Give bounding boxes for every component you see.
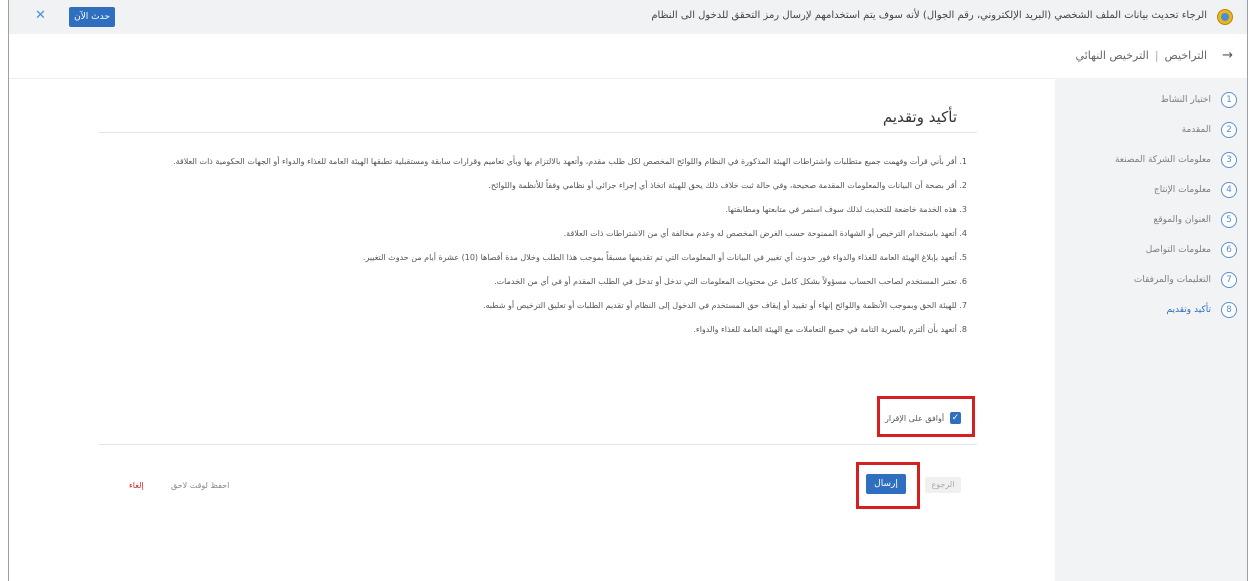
highlight-box-send — [856, 462, 920, 509]
breadcrumb-item-licenses[interactable]: التراخيص — [1165, 49, 1207, 62]
step-2[interactable]: 2 المقدمة — [1182, 120, 1237, 140]
close-icon[interactable]: ✕ — [35, 8, 46, 23]
step-label: التعليمات والمرفقات — [1133, 275, 1211, 285]
divider — [99, 132, 977, 133]
term-item: 6. تعتبر المستخدم لصاحب الحساب مسؤولاً ب… — [494, 277, 967, 286]
notification-banner: الرجاء تحديث بيانات الملف الشخصي (البريد… — [9, 0, 1247, 35]
step-5[interactable]: 5 العنوان والموقع — [1154, 210, 1237, 230]
step-number: 4 — [1221, 182, 1237, 198]
step-4[interactable]: 4 معلومات الإنتاج — [1154, 180, 1237, 200]
step-label: معلومات الشركة المصنعة — [1114, 155, 1211, 165]
breadcrumb-item-final-license: الترخيص النهائي — [1075, 49, 1149, 62]
step-8[interactable]: 8 تأكيد وتقديم — [1167, 300, 1237, 320]
step-label: اختيار النشاط — [1160, 95, 1212, 105]
term-item: 7. للهيئة الحق وبموجب الأنظمة واللوائح إ… — [482, 301, 967, 310]
step-number: 1 — [1221, 92, 1237, 108]
step-label: معلومات الإنتاج — [1153, 185, 1211, 195]
step-label: تأكيد وتقديم — [1166, 305, 1211, 315]
step-6[interactable]: 6 معلومات التواصل — [1146, 240, 1237, 260]
back-button[interactable]: الرجوع — [925, 477, 961, 493]
cancel-link[interactable]: إلغاء — [129, 481, 144, 490]
back-arrow-icon[interactable]: → — [1222, 48, 1233, 63]
main-content: تأكيد وتقديم 1. أقر بأني قرأت وفهمت جميع… — [99, 78, 977, 581]
highlight-box-agree — [877, 396, 975, 437]
steps-sidebar: 1 اختيار النشاط 2 المقدمة 3 معلومات الشر… — [1055, 78, 1247, 581]
step-1[interactable]: 1 اختيار النشاط — [1160, 90, 1237, 110]
step-label: المقدمة — [1181, 125, 1211, 135]
term-item: 8. أتعهد بأن ألتزم بالسرية التامة في جمي… — [693, 325, 967, 334]
term-item: 4. أتعهد باستخدام الترخيص أو الشهادة الم… — [563, 229, 967, 238]
term-item: 2. أقر بصحة أن البيانات والمعلومات المقد… — [488, 181, 967, 190]
step-label: العنوان والموقع — [1153, 215, 1211, 225]
breadcrumb-separator: | — [1154, 49, 1159, 62]
save-later-link[interactable]: احفظ لوقت لاحق — [171, 481, 229, 490]
profile-alert-icon — [1217, 9, 1233, 25]
term-item: 5. أتعهد بإبلاغ الهيئة العامة للغذاء وال… — [362, 253, 967, 262]
step-number: 7 — [1221, 272, 1237, 288]
step-number: 5 — [1221, 212, 1237, 228]
step-number: 6 — [1221, 242, 1237, 258]
page-title: تأكيد وتقديم — [882, 108, 957, 126]
term-item: 1. أقر بأني قرأت وفهمت جميع متطلبات واشت… — [173, 157, 967, 166]
banner-message: الرجاء تحديث بيانات الملف الشخصي (البريد… — [651, 10, 1207, 21]
step-7[interactable]: 7 التعليمات والمرفقات — [1134, 270, 1237, 290]
terms-list: 1. أقر بأني قرأت وفهمت جميع متطلبات واشت… — [107, 156, 967, 348]
term-item: 3. هذه الخدمة خاضعة للتحديث لذلك سوف است… — [725, 205, 967, 214]
step-label: معلومات التواصل — [1145, 245, 1211, 255]
step-number: 3 — [1221, 152, 1237, 168]
step-number: 2 — [1221, 122, 1237, 138]
update-now-button[interactable]: حدث الآن — [69, 7, 115, 27]
breadcrumb: التراخيص | الترخيص النهائي — [1076, 49, 1207, 62]
divider — [99, 444, 977, 445]
app-frame: الرجاء تحديث بيانات الملف الشخصي (البريد… — [8, 0, 1248, 581]
step-3[interactable]: 3 معلومات الشركة المصنعة — [1115, 150, 1237, 170]
breadcrumb-bar: → التراخيص | الترخيص النهائي — [9, 34, 1247, 79]
step-number: 8 — [1221, 302, 1237, 318]
